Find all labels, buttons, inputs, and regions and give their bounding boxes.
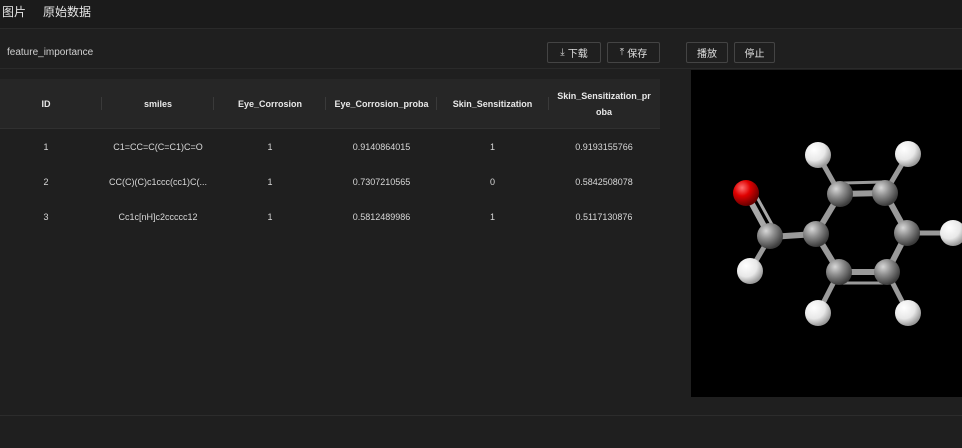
upload-icon: ⤒ [619, 47, 625, 58]
panel-title: feature_importance [7, 47, 94, 58]
cell-id: 1 [43, 141, 49, 152]
toolbar-divider [0, 68, 962, 69]
table-header: ID smiles Eye_Corrosion Eye_Corrosion_pr… [0, 79, 660, 129]
cell-eye-corrosion: 1 [267, 176, 273, 187]
column-header[interactable]: Skin_Sensitization_pr oba [555, 79, 653, 128]
play-button[interactable]: 播放 [686, 42, 728, 63]
carbon-atom [827, 181, 853, 207]
data-table: ID smiles Eye_Corrosion Eye_Corrosion_pr… [0, 79, 660, 234]
molecule-viewer[interactable] [691, 70, 962, 397]
cell-eye-corrosion-proba: 0.5812489986 [352, 211, 411, 222]
column-header[interactable]: ID [0, 79, 92, 128]
hydrogen-atom [895, 141, 921, 167]
save-button[interactable]: ⤒ 保存 [607, 42, 660, 63]
hydrogen-atom [805, 300, 831, 326]
tab-raw-data[interactable]: 原始数据 [43, 3, 91, 20]
column-header[interactable]: Eye_Corrosion [214, 79, 326, 128]
oxygen-atom [733, 180, 759, 206]
table-row[interactable]: 3 Cc1c[nH]c2ccccc12 1 0.5812489986 1 0.5… [0, 199, 660, 234]
download-label: 下载 [567, 49, 588, 60]
molecule-3d-model[interactable] [691, 70, 962, 397]
stop-button[interactable]: 停止 [734, 42, 775, 63]
cell-eye-corrosion-proba: 0.9140864015 [352, 141, 411, 152]
carbon-atom [757, 223, 783, 249]
cell-skin-sensitization: 1 [489, 211, 495, 222]
carbon-atom [826, 259, 852, 285]
carbon-atom [874, 259, 900, 285]
column-header[interactable]: Skin_Sensitization [437, 79, 548, 128]
tab-images[interactable]: 图片 [2, 3, 26, 20]
cell-id: 3 [43, 211, 49, 222]
carbon-atom [803, 221, 829, 247]
cell-smiles: Cc1c[nH]c2ccccc12 [118, 211, 198, 222]
carbon-atom [872, 180, 898, 206]
table-row[interactable]: 1 C1=CC=C(C=C1)C=O 1 0.9140864015 1 0.91… [0, 129, 660, 164]
hydrogen-atom [940, 220, 962, 246]
cell-id: 2 [43, 176, 49, 187]
footer-divider [0, 415, 962, 416]
hydrogen-atom [737, 258, 763, 284]
column-header[interactable]: smiles [102, 79, 214, 128]
column-separator [548, 97, 549, 110]
download-button[interactable]: ⤓ 下载 [547, 42, 601, 63]
hydrogen-atom [895, 300, 921, 326]
hydrogen-atom [805, 142, 831, 168]
table-row[interactable]: 2 CC(C)(C)c1ccc(cc1)C(... 1 0.7307210565… [0, 164, 660, 199]
cell-skin-sensitization: 1 [489, 141, 495, 152]
carbon-atom [894, 220, 920, 246]
top-nav: 图片 原始数据 [0, 0, 962, 29]
cell-smiles: C1=CC=C(C=C1)C=O [113, 141, 203, 152]
stop-label: 停止 [744, 49, 765, 60]
cell-smiles: CC(C)(C)c1ccc(cc1)C(... [109, 176, 207, 187]
cell-skin-sensitization-proba: 0.9193155766 [575, 141, 633, 152]
save-label: 保存 [627, 49, 648, 60]
play-label: 播放 [697, 49, 717, 60]
cell-skin-sensitization-proba: 0.5842508078 [575, 176, 633, 187]
cell-skin-sensitization-proba: 0.5117130876 [575, 211, 633, 222]
cell-eye-corrosion: 1 [267, 211, 273, 222]
download-icon: ⤓ [560, 47, 565, 58]
cell-skin-sensitization: 0 [489, 176, 495, 187]
column-header[interactable]: Eye_Corrosion_proba [326, 79, 437, 128]
cell-eye-corrosion-proba: 0.7307210565 [352, 176, 411, 187]
cell-eye-corrosion: 1 [267, 141, 273, 152]
toolbar: feature_importance ⤓ 下载 ⤒ 保存 播放 停止 [0, 37, 962, 69]
